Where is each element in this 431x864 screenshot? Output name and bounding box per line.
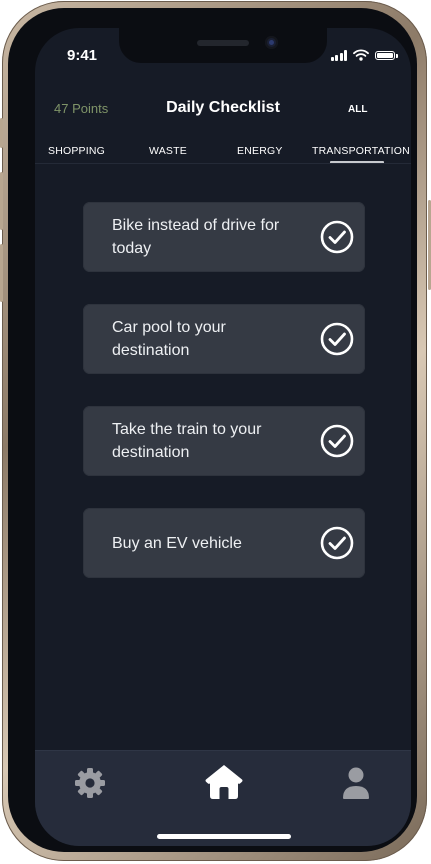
phone-body: 9:41 47 Points Daily Checklist ALL SHOPP… xyxy=(8,8,417,852)
notch xyxy=(119,28,327,63)
checklist-item-text: Buy an EV vehicle xyxy=(112,534,242,552)
tab-waste[interactable]: WASTE xyxy=(149,145,187,157)
check-circle-icon[interactable] xyxy=(320,322,354,356)
volume-up-button xyxy=(0,172,3,230)
tab-transportation[interactable]: TRANSPORTATION xyxy=(312,145,410,157)
check-circle-icon[interactable] xyxy=(320,220,354,254)
tab-energy[interactable]: ENERGY xyxy=(237,145,283,157)
checklist-item-text: Bike instead of drive for today xyxy=(112,217,280,257)
status-time: 9:41 xyxy=(67,47,98,64)
checklist-item-text: Take the train to your destination xyxy=(112,421,262,461)
speaker-grille xyxy=(197,40,249,46)
checklist-item[interactable]: Car pool to your destination xyxy=(83,304,365,374)
front-camera xyxy=(265,36,278,49)
tabs-divider xyxy=(35,163,411,164)
tab-shopping[interactable]: SHOPPING xyxy=(48,145,105,157)
bottom-bar-divider xyxy=(35,750,411,751)
all-button[interactable]: ALL xyxy=(348,104,367,115)
volume-down-button xyxy=(0,244,3,302)
checklist-item[interactable]: Buy an EV vehicle xyxy=(83,508,365,578)
check-circle-icon[interactable] xyxy=(320,424,354,458)
app-screen: 9:41 47 Points Daily Checklist ALL SHOPP… xyxy=(35,28,411,846)
home-icon[interactable] xyxy=(204,763,244,801)
home-indicator xyxy=(157,834,291,839)
user-icon[interactable] xyxy=(341,766,371,800)
check-circle-icon[interactable] xyxy=(320,526,354,560)
cellular-signal-icon xyxy=(330,49,347,61)
status-icons xyxy=(330,49,398,61)
checklist-item-text: Car pool to your destination xyxy=(112,319,226,359)
wifi-icon xyxy=(353,49,369,61)
battery-icon xyxy=(375,50,398,60)
checklist-item[interactable]: Bike instead of drive for today xyxy=(83,202,365,272)
bottom-navigation xyxy=(35,750,411,846)
silent-switch xyxy=(0,118,3,148)
checklist-item[interactable]: Take the train to your destination xyxy=(83,406,365,476)
gear-icon[interactable] xyxy=(73,766,107,800)
